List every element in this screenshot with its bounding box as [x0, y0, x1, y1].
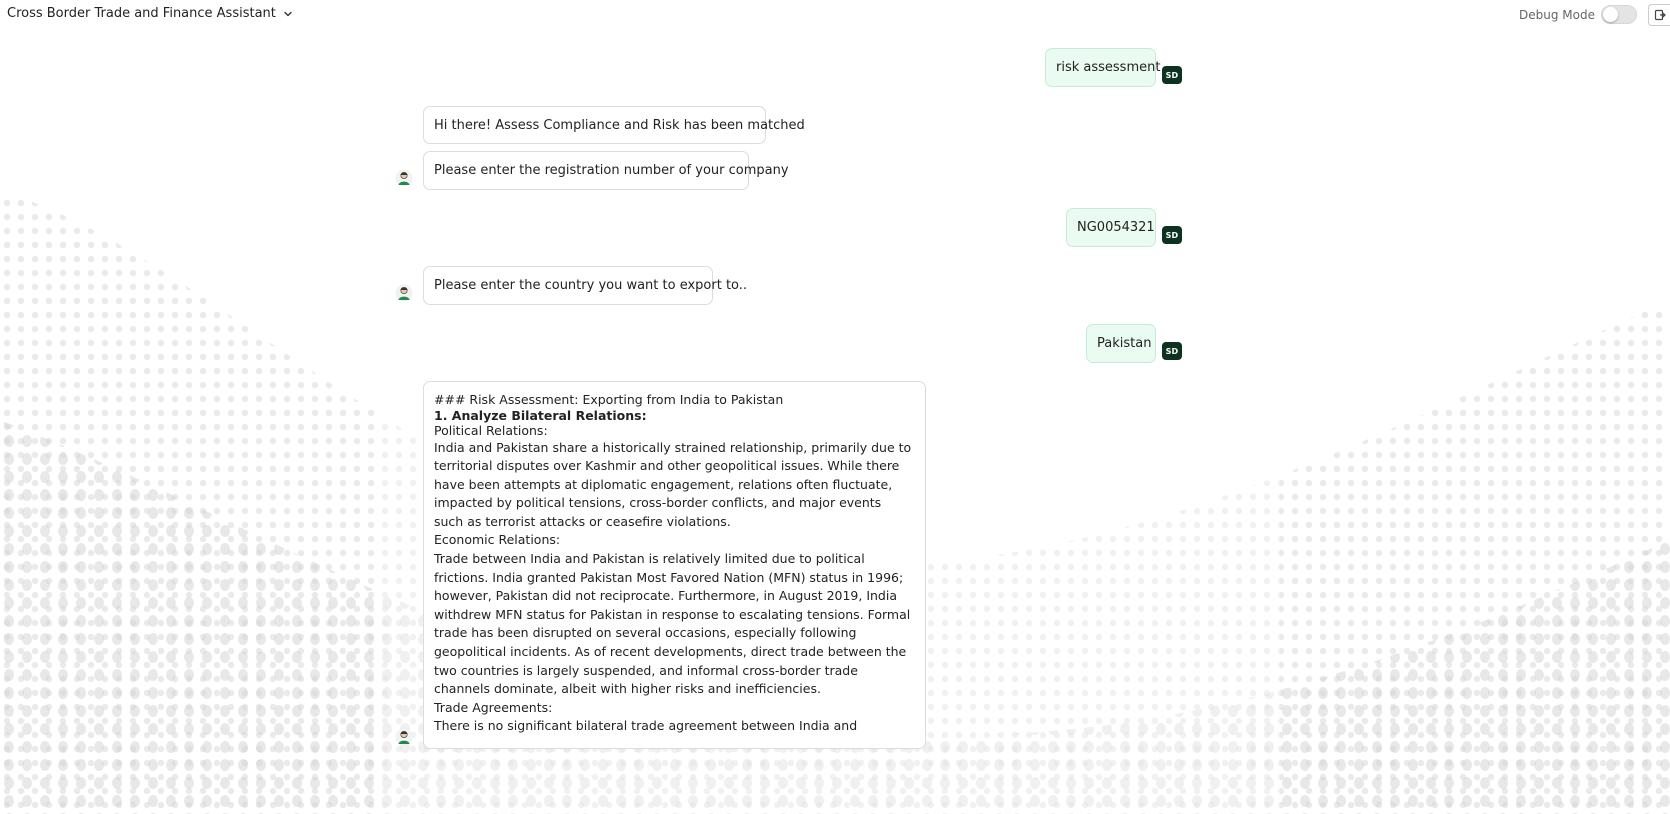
report-heading: ### Risk Assessment: Exporting from Indi… [434, 392, 784, 407]
toggle-knob [1603, 7, 1618, 22]
bot-risk-report: ### Risk Assessment: Exporting from Indi… [423, 381, 926, 749]
political-relations-text: India and Pakistan share a historically … [434, 439, 912, 529]
bot-avatar-icon [395, 284, 413, 302]
bot-avatar-icon [395, 728, 413, 746]
economic-relations-text: Trade between India and Pakistan is rela… [434, 551, 911, 697]
political-relations-label: Political Relations: [434, 423, 548, 438]
user-avatar: SD [1162, 226, 1182, 244]
message-text: risk assessment [1056, 60, 1161, 75]
message-text: Please enter the country you want to exp… [434, 278, 748, 293]
user-avatar: SD [1162, 342, 1182, 360]
message-text: Please enter the registration number of … [434, 163, 789, 178]
bot-message: Please enter the country you want to exp… [423, 266, 747, 305]
bot-avatar-icon [395, 169, 413, 187]
app-title: Cross Border Trade and Finance Assistant [7, 6, 276, 21]
user-message: Pakistan [1086, 324, 1156, 363]
debug-mode-control: Debug Mode [1519, 5, 1637, 24]
economic-relations-label: Economic Relations: [434, 532, 561, 548]
user-avatar: SD [1162, 66, 1182, 84]
report-section-title: 1. Analyze Bilateral Relations: [434, 407, 647, 423]
message-text: NG0054321 [1077, 220, 1155, 235]
debug-mode-toggle[interactable] [1601, 5, 1637, 24]
user-message: risk assessment [1045, 48, 1160, 87]
debug-mode-label: Debug Mode [1519, 7, 1595, 22]
bot-message: Please enter the registration number of … [423, 151, 789, 190]
trade-agreements-text: There is no significant bilateral trade … [434, 718, 858, 734]
assistant-selector[interactable]: Cross Border Trade and Finance Assistant [7, 6, 293, 21]
exit-icon [1654, 9, 1666, 21]
exit-button[interactable] [1648, 4, 1670, 26]
chevron-down-icon [284, 11, 292, 16]
user-message: NG0054321 [1066, 208, 1156, 247]
message-text: Hi there! Assess Compliance and Risk has… [434, 118, 805, 133]
bot-message: Hi there! Assess Compliance and Risk has… [423, 106, 805, 144]
top-bar: Cross Border Trade and Finance Assistant… [0, 0, 1670, 30]
trade-agreements-label: Trade Agreements: [434, 699, 553, 715]
message-text: Pakistan [1097, 336, 1152, 351]
